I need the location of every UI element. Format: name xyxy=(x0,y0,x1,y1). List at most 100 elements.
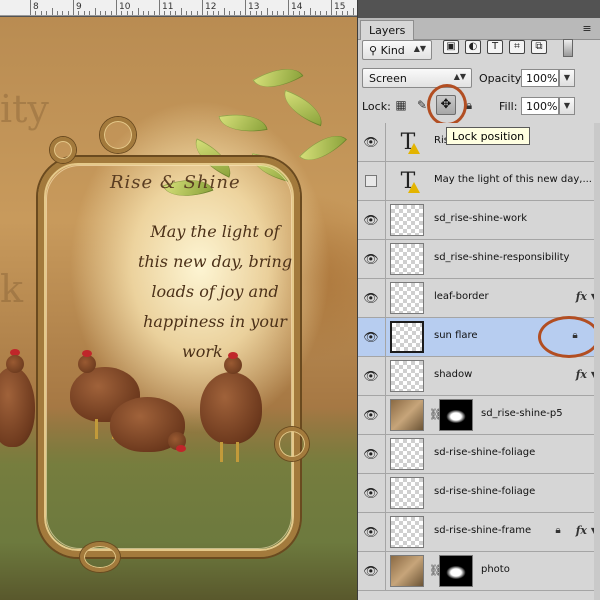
layer-name[interactable]: sd-rise-shine-frame xyxy=(434,525,531,536)
layer-row[interactable]: 👁︎ sd-rise-shine-foliage xyxy=(358,474,600,513)
document-canvas[interactable]: ity k Rise & Shine May the light of this … xyxy=(0,17,357,600)
layer-thumbnail[interactable] xyxy=(390,438,424,470)
eye-icon[interactable]: 👁︎ xyxy=(361,327,381,347)
filter-kind-dropdown[interactable]: ⚲ Kind ▲▼ xyxy=(362,40,432,60)
blend-mode-dropdown[interactable]: Screen ▲▼ xyxy=(362,68,472,88)
layer-thumbnail[interactable] xyxy=(390,243,424,275)
frame-swirl xyxy=(275,427,309,461)
lock-position-button[interactable]: ✥ xyxy=(436,95,456,115)
pixel-filter-icon[interactable]: ▣ xyxy=(443,40,459,54)
eye-icon[interactable]: 👁︎ xyxy=(361,444,381,464)
layer-row[interactable]: 👁︎ sd_rise-shine-work xyxy=(358,201,600,240)
layers-scrollbar[interactable] xyxy=(594,123,600,600)
layer-row[interactable]: 👁︎leaf-borderfx▼ xyxy=(358,279,600,318)
layer-row[interactable]: 👁︎ sd-rise-shine-foliage xyxy=(358,435,600,474)
layer-row[interactable]: 👁︎ sun flare 🔒︎ xyxy=(358,318,600,357)
ruler-tick xyxy=(30,0,31,15)
ruler-subtick xyxy=(314,11,316,15)
layer-name[interactable]: leaf-border xyxy=(434,291,489,302)
layer-thumbnail[interactable] xyxy=(390,555,424,587)
verse-text: May the light of this new day, bring loads… xyxy=(120,217,310,367)
smart-object-filter-icon[interactable]: ⧉ xyxy=(531,40,547,54)
fill-field[interactable]: 100% xyxy=(521,97,559,115)
fx-icon[interactable]: fx xyxy=(576,524,587,537)
lock-transparent-pixels-icon[interactable]: ▦ xyxy=(393,97,409,113)
layer-row[interactable]: 👁︎ ⛓ sd_rise-shine-p5 xyxy=(358,396,600,435)
layer-name[interactable]: sd_rise-shine-responsibility xyxy=(434,252,569,263)
ruler-subtick xyxy=(234,11,236,15)
ruler-subtick xyxy=(261,11,263,15)
layer-name[interactable]: sun flare xyxy=(434,330,478,341)
layer-row[interactable]: 👁︎sd-rise-shine-frame🔒︎fx▼ xyxy=(358,513,600,552)
ruler-subtick xyxy=(46,11,48,15)
eye-icon[interactable]: 👁︎ xyxy=(361,288,381,308)
lock-all-icon[interactable]: 🔒︎ xyxy=(461,97,477,113)
layer-name[interactable]: sd_rise-shine-work xyxy=(434,213,527,224)
layer-thumbnail[interactable] xyxy=(390,321,424,353)
eye-icon[interactable]: 👁︎ xyxy=(361,405,381,425)
ruler-subtick xyxy=(223,8,225,15)
layer-row[interactable]: T May the light of this new day,... xyxy=(358,162,600,201)
opacity-field[interactable]: 100% xyxy=(521,69,559,87)
layer-name[interactable]: sd-rise-shine-foliage xyxy=(434,447,535,458)
frame-swirl xyxy=(100,117,136,153)
ruler-subtick xyxy=(304,11,306,15)
lock-icon[interactable]: 🔒︎ xyxy=(551,524,565,538)
column-divider xyxy=(385,513,386,552)
lock-image-pixels-icon[interactable]: ✎ xyxy=(414,97,430,113)
eye-icon[interactable]: 👁︎ xyxy=(361,132,381,152)
layer-name[interactable]: sd_rise-shine-p5 xyxy=(481,408,563,419)
eye-icon[interactable]: 👁︎ xyxy=(361,522,381,542)
panel-menu-icon[interactable]: ≡ xyxy=(580,23,594,35)
column-divider xyxy=(385,162,386,201)
ruler-subtick xyxy=(191,11,193,15)
layer-mask-thumbnail[interactable] xyxy=(439,555,473,587)
layer-thumbnail[interactable] xyxy=(390,399,424,431)
layer-row[interactable]: 👁︎shadowfx▼ xyxy=(358,357,600,396)
tab-layers[interactable]: Layers xyxy=(360,20,415,40)
layer-name[interactable]: sd-rise-shine-foliage xyxy=(434,486,535,497)
layer-row[interactable]: 👁︎ ⛓ photo xyxy=(358,552,600,591)
chevron-updown-icon: ▲▼ xyxy=(413,44,426,53)
opacity-label: Opacity: xyxy=(479,72,525,85)
layer-thumbnail[interactable] xyxy=(390,204,424,236)
column-divider xyxy=(385,357,386,396)
verse-line: May the light of xyxy=(150,222,280,241)
eye-icon[interactable]: 👁︎ xyxy=(361,210,381,230)
fill-slider-button[interactable]: ▼ xyxy=(559,97,575,115)
fx-icon[interactable]: fx xyxy=(576,290,587,303)
shape-filter-icon[interactable]: ⌗ xyxy=(509,40,525,54)
opacity-slider-button[interactable]: ▼ xyxy=(559,69,575,87)
layer-name[interactable]: photo xyxy=(481,564,510,575)
layer-thumbnail[interactable] xyxy=(390,516,424,548)
verse-line: work xyxy=(182,342,223,361)
visibility-toggle-empty[interactable] xyxy=(365,175,377,187)
layer-thumbnail[interactable] xyxy=(390,477,424,509)
document-title-text: Rise & Shine xyxy=(110,172,241,193)
lock-icon[interactable]: 🔒︎ xyxy=(568,329,582,343)
ruler-subtick xyxy=(142,11,144,15)
filter-toggle-switch[interactable] xyxy=(563,39,573,57)
fx-icon[interactable]: fx xyxy=(576,368,587,381)
panel-tab-bar: Layers ≡ xyxy=(358,18,600,40)
panel-header-strip xyxy=(358,0,600,18)
eye-icon[interactable]: 👁︎ xyxy=(361,366,381,386)
eye-icon[interactable]: 👁︎ xyxy=(361,561,381,581)
ruler-subtick xyxy=(56,11,58,15)
ruler-subtick xyxy=(320,11,322,15)
eye-icon[interactable]: 👁︎ xyxy=(361,483,381,503)
ruler-subtick xyxy=(212,11,214,15)
layer-mask-thumbnail[interactable] xyxy=(439,399,473,431)
layer-name[interactable]: shadow xyxy=(434,369,472,380)
layer-row[interactable]: 👁︎ sd_rise-shine-responsibility xyxy=(358,240,600,279)
adjustment-filter-icon[interactable]: ◐ xyxy=(465,40,481,54)
type-filter-icon[interactable]: T xyxy=(487,40,503,54)
ruler-subtick xyxy=(175,11,177,15)
column-divider xyxy=(385,396,386,435)
layer-thumbnail[interactable] xyxy=(390,360,424,392)
layer-name[interactable]: May the light of this new day,... xyxy=(434,174,592,185)
frame-swirl xyxy=(80,542,120,572)
eye-icon[interactable]: 👁︎ xyxy=(361,249,381,269)
layer-thumbnail[interactable] xyxy=(390,282,424,314)
column-divider xyxy=(385,201,386,240)
